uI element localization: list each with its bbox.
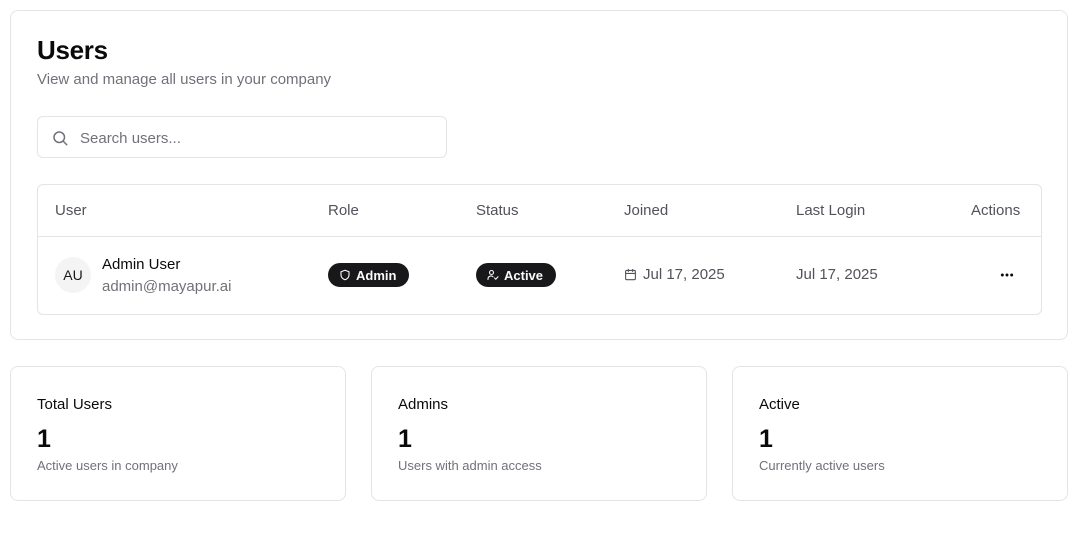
- calendar-icon: [625, 268, 636, 281]
- search-input[interactable]: [80, 127, 430, 149]
- table-header: User Role Status Joined Last Login Actio…: [38, 185, 1041, 237]
- stat-value: 1: [398, 425, 412, 453]
- table-row: AU Admin User admin@mayapur.ai Admin Act…: [38, 237, 1041, 315]
- column-header-joined: Joined: [624, 202, 669, 219]
- status-badge: Active: [476, 263, 556, 287]
- stat-description: Users with admin access: [398, 458, 542, 473]
- page-title: Users: [37, 35, 108, 65]
- column-header-last-login: Last Login: [796, 202, 866, 219]
- stat-description: Currently active users: [759, 458, 885, 473]
- users-card: Users View and manage all users in your …: [10, 10, 1068, 340]
- stat-card-active: Active 1 Currently active users: [732, 366, 1068, 501]
- stat-card-total-users: Total Users 1 Active users in company: [10, 366, 346, 501]
- avatar: AU: [55, 257, 91, 293]
- status-badge-label: Active: [504, 267, 544, 283]
- user-check-icon: [487, 269, 499, 281]
- page-subtitle: View and manage all users in your compan…: [37, 71, 332, 88]
- stat-value: 1: [759, 425, 773, 453]
- role-badge: Admin: [328, 263, 409, 287]
- joined-cell: Jul 17, 2025: [624, 266, 725, 283]
- search-box[interactable]: [37, 116, 447, 158]
- column-header-user: User: [55, 202, 87, 219]
- user-name: Admin User: [102, 256, 181, 273]
- user-email: admin@mayapur.ai: [102, 278, 232, 295]
- shield-icon: [340, 269, 350, 281]
- search-icon: [51, 129, 69, 147]
- row-actions-button[interactable]: [988, 262, 1026, 288]
- column-header-actions: Actions: [971, 202, 1021, 219]
- stat-description: Active users in company: [37, 458, 178, 473]
- stat-value: 1: [37, 425, 51, 453]
- stat-title: Active: [759, 396, 800, 413]
- stat-title: Total Users: [37, 396, 113, 413]
- joined-date: Jul 17, 2025: [643, 266, 725, 283]
- stat-card-admins: Admins 1 Users with admin access: [371, 366, 707, 501]
- column-header-status: Status: [476, 202, 519, 219]
- column-header-role: Role: [328, 202, 359, 219]
- last-login-date: Jul 17, 2025: [796, 266, 878, 283]
- role-badge-label: Admin: [356, 267, 397, 283]
- more-horizontal-icon: [1000, 273, 1014, 277]
- users-table: User Role Status Joined Last Login Actio…: [37, 184, 1042, 315]
- stat-title: Admins: [398, 396, 449, 413]
